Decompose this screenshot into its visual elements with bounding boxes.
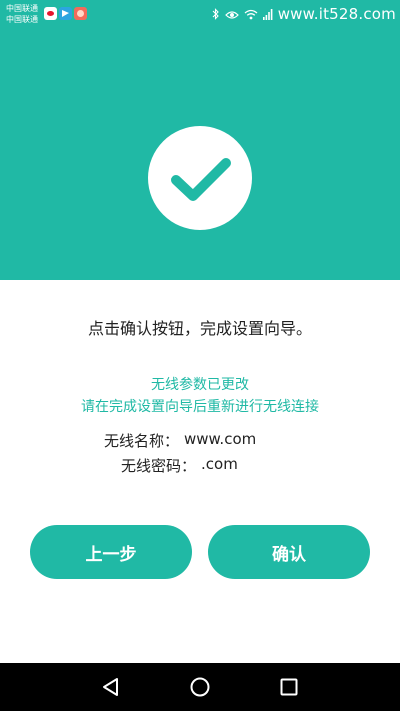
- carrier-name: 中国联通: [6, 4, 38, 13]
- setup-wizard-screen: 中国联通 中国联通 www.it528.com 点击确认按钮，完成设置向导。 无…: [0, 0, 400, 711]
- password-value: .com: [201, 455, 238, 473]
- weibo-icon: [44, 7, 57, 20]
- carrier-name-secondary: 中国联通: [6, 15, 38, 24]
- confirm-button[interactable]: 确认: [208, 525, 370, 579]
- telegram-icon: [59, 7, 72, 20]
- wifi-icon: [244, 5, 258, 24]
- watermark-text: www.it528.com: [277, 5, 396, 23]
- home-circle-icon[interactable]: [188, 675, 212, 699]
- password-label: 无线密码：: [120, 457, 196, 475]
- ssid-value: www.com: [184, 430, 257, 448]
- eye-icon: [224, 5, 239, 24]
- instruction-text: 点击确认按钮，完成设置向导。: [87, 319, 312, 338]
- success-badge: [148, 126, 252, 230]
- previous-step-button[interactable]: 上一步: [30, 525, 192, 579]
- success-header: [0, 28, 400, 280]
- bluetooth-icon: [212, 5, 220, 24]
- ssid-label: 无线名称：: [103, 432, 179, 450]
- notification-icons: [44, 7, 87, 20]
- signal-icon: [262, 5, 273, 24]
- notice-text: 无线参数已更改: [151, 377, 249, 393]
- recent-square-icon[interactable]: [277, 675, 301, 699]
- notice-subtext: 请在完成设置向导后重新进行无线连接: [81, 399, 319, 415]
- back-triangle-icon[interactable]: [99, 675, 123, 699]
- navigation-bar: [0, 663, 400, 711]
- status-bar: 中国联通 中国联通 www.it528.com: [0, 0, 400, 28]
- checkmark-icon: [171, 158, 231, 201]
- status-right: www.it528.com: [212, 4, 396, 24]
- app-icon: [74, 7, 87, 20]
